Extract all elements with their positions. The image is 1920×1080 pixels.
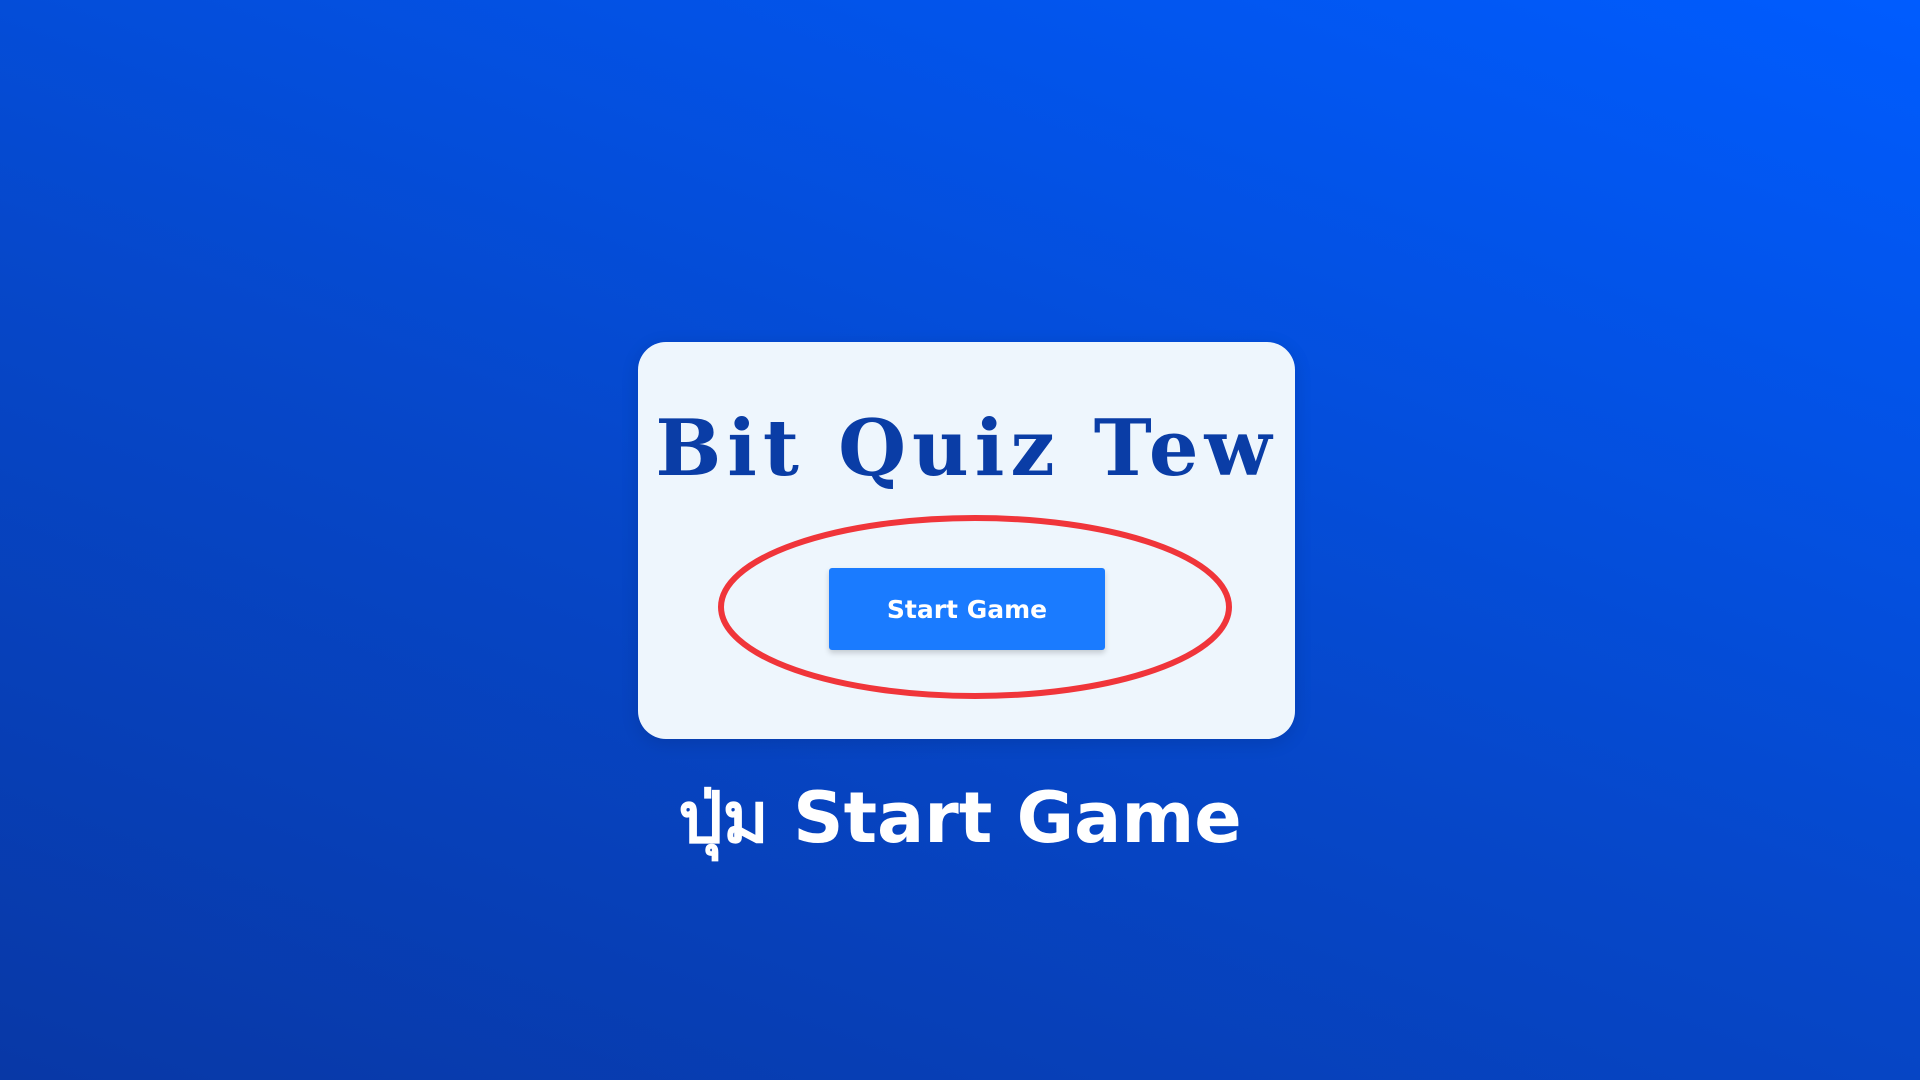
quiz-card: Bit Quiz Tew Start Game — [638, 342, 1295, 739]
game-title: Bit Quiz Tew — [655, 403, 1278, 494]
start-game-button[interactable]: Start Game — [829, 568, 1105, 650]
caption-text: ปุ่ม Start Game — [678, 777, 1242, 859]
